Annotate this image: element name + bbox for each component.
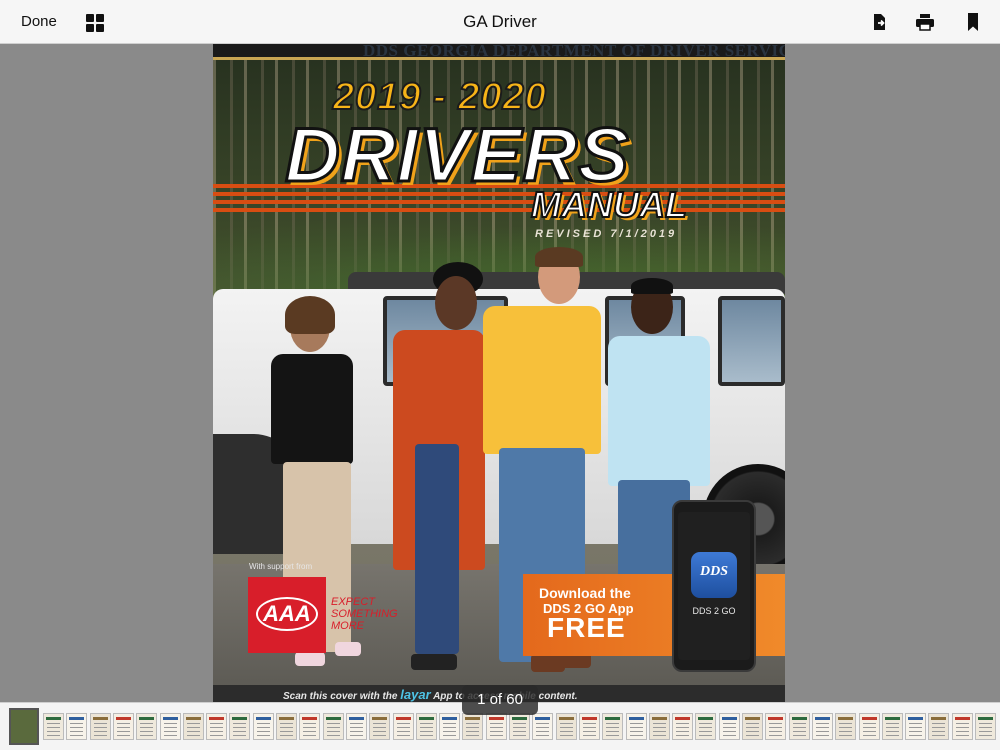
document-viewer[interactable]: DDS GEORGIA DEPARTMENT OF DRIVER SERVICE… (0, 44, 1000, 715)
dds-app-icon-text: DDS (699, 564, 728, 579)
page-thumbnail[interactable] (672, 713, 693, 740)
aaa-logo-letters: AAA (263, 601, 311, 626)
page-thumbnail[interactable] (66, 713, 87, 740)
orange-stripe (213, 208, 785, 212)
dds-app-icon: DDS (691, 552, 737, 598)
phone-illustration: DDS DDS 2 GO (672, 500, 756, 672)
page-thumbnail[interactable] (882, 713, 903, 740)
page-thumbnail[interactable] (789, 713, 810, 740)
page-thumbnail[interactable] (486, 713, 507, 740)
page-thumbnail[interactable] (253, 713, 274, 740)
page-thumbnail[interactable] (509, 713, 530, 740)
page-thumbnail[interactable] (579, 713, 600, 740)
page-thumbnail[interactable] (859, 713, 880, 740)
header-rule (213, 57, 785, 60)
aaa-tagline: EXPECT SOMETHING MORE (331, 596, 398, 632)
page-thumbnail[interactable] (462, 713, 483, 740)
page-thumbnail[interactable] (532, 713, 553, 740)
page-thumbnail[interactable] (742, 713, 763, 740)
share-export-icon[interactable] (870, 12, 890, 32)
page-thumbnail[interactable] (928, 713, 949, 740)
page-thumbnail[interactable] (9, 708, 39, 745)
page-thumbnail[interactable] (299, 713, 320, 740)
page-thumbnail[interactable] (975, 713, 996, 740)
page-thumbnail[interactable] (602, 713, 623, 740)
page-thumbnail[interactable] (43, 713, 64, 740)
page-thumbnail[interactable] (556, 713, 577, 740)
print-icon[interactable] (915, 12, 935, 32)
page-thumbnail[interactable] (136, 713, 157, 740)
page-thumbnail[interactable] (323, 713, 344, 740)
page-thumbnail[interactable] (719, 713, 740, 740)
page-thumbnail[interactable] (206, 713, 227, 740)
support-text: With support from (249, 562, 313, 571)
page-thumbnail[interactable] (812, 713, 833, 740)
page-thumbnail[interactable] (905, 713, 926, 740)
document-title: GA Driver (463, 12, 537, 31)
orange-stripe (213, 200, 785, 204)
phone-app-label: DDS 2 GO (692, 606, 736, 616)
page-indicator: 1 of 60 (462, 685, 538, 715)
page-thumbnail[interactable] (346, 713, 367, 740)
layar-logo: layar (400, 687, 431, 702)
app-banner-line1: Download the (539, 585, 631, 601)
page-thumbnail[interactable] (439, 713, 460, 740)
phone-screen: DDS DDS 2 GO (678, 512, 750, 660)
page-thumbnail[interactable] (416, 713, 437, 740)
page-thumbnail[interactable] (393, 713, 414, 740)
cover-title-sub: MANUAL (530, 183, 688, 226)
page-thumbnail[interactable] (90, 713, 111, 740)
top-toolbar: Done GA Driver (0, 0, 1000, 44)
bookmark-icon[interactable] (963, 12, 983, 32)
page-thumbnail[interactable] (765, 713, 786, 740)
page-thumbnail[interactable] (835, 713, 856, 740)
page-thumbnail[interactable] (695, 713, 716, 740)
dds-header-bar: DDS GEORGIA DEPARTMENT OF DRIVER SERVICE… (213, 44, 785, 60)
page-thumbnail[interactable] (113, 713, 134, 740)
page-thumbnail[interactable] (626, 713, 647, 740)
page-thumbnail[interactable] (276, 713, 297, 740)
app-banner-free: FREE (547, 612, 626, 643)
jeep-window (718, 296, 785, 386)
cover-page[interactable]: DDS GEORGIA DEPARTMENT OF DRIVER SERVICE… (213, 44, 785, 702)
aaa-logo: AAA (248, 577, 326, 653)
page-thumbnail[interactable] (183, 713, 204, 740)
page-thumbnail[interactable] (229, 713, 250, 740)
page-thumbnail[interactable] (369, 713, 390, 740)
cover-revised-date: REVISED 7/1/2019 (535, 228, 678, 240)
scan-text-before: Scan this cover with the (283, 691, 398, 702)
page-thumbnail[interactable] (952, 713, 973, 740)
page-thumbnail[interactable] (160, 713, 181, 740)
page-thumbnail[interactable] (649, 713, 670, 740)
